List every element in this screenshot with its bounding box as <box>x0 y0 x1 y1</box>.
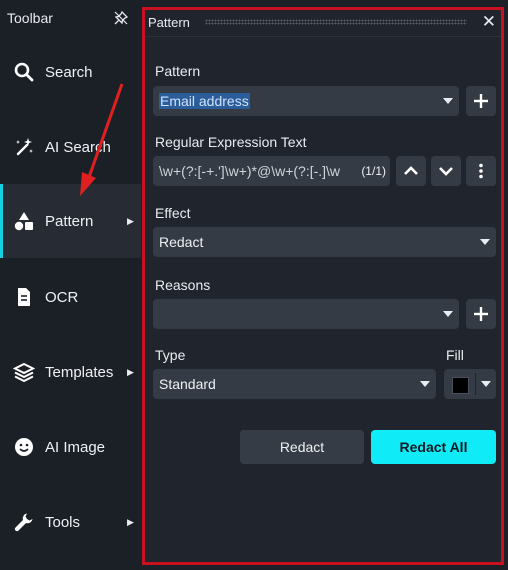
wrench-icon <box>13 511 35 533</box>
type-select[interactable]: Standard <box>153 369 436 399</box>
pattern-panel: Pattern ✕ Pattern Email address Regular … <box>142 7 504 565</box>
layers-icon <box>13 361 35 383</box>
regex-input[interactable]: \w+(?:[-+.']\w+)*@\w+(?:[-.]\w (1/1) <box>153 156 390 186</box>
previous-match-button[interactable] <box>396 156 426 186</box>
toolbar-title: Toolbar <box>7 10 53 26</box>
match-count: (1/1) <box>361 164 386 178</box>
sidebar-item-label: Tools <box>45 513 81 531</box>
chevron-up-icon <box>404 166 418 175</box>
chevron-right-icon: ▶ <box>127 516 134 527</box>
fill-label: Fill <box>446 347 464 363</box>
fill-color-swatch <box>452 377 469 394</box>
more-options-button[interactable] <box>466 156 496 186</box>
type-value: Standard <box>159 376 216 392</box>
annotation-arrow <box>80 83 124 196</box>
chevron-down-icon <box>420 381 430 387</box>
next-match-button[interactable] <box>431 156 461 186</box>
sidebar-item-label: AI Image <box>45 438 106 456</box>
chevron-right-icon: ▶ <box>127 215 134 226</box>
smiley-icon <box>13 436 35 458</box>
sparkle-wand-icon <box>13 136 35 158</box>
sidebar-item-label: Templates <box>45 363 114 381</box>
pattern-label: Pattern <box>155 63 201 79</box>
regex-value: \w+(?:[-+.']\w+)*@\w+(?:[-.]\w <box>159 163 341 179</box>
type-label: Type <box>155 347 186 363</box>
redact-button[interactable]: Redact <box>240 430 364 464</box>
search-icon <box>13 61 35 83</box>
plus-icon <box>474 307 488 321</box>
effect-label: Effect <box>155 205 191 221</box>
chevron-down-icon <box>480 239 490 245</box>
sidebar-item-templates[interactable]: Templates ▶ <box>0 335 141 409</box>
pin-icon[interactable] <box>113 10 129 26</box>
effect-value: Redact <box>159 234 204 250</box>
reasons-select[interactable] <box>153 299 459 329</box>
sidebar-item-ocr[interactable]: OCR <box>0 260 141 334</box>
pattern-select[interactable]: Email address <box>153 86 459 116</box>
more-vertical-icon <box>479 163 483 179</box>
redact-all-button[interactable]: Redact All <box>371 430 496 464</box>
sidebar-item-tools[interactable]: Tools ▶ <box>0 485 141 559</box>
panel-header[interactable]: Pattern ✕ <box>145 10 501 37</box>
sidebar-item-label: Pattern <box>45 212 94 230</box>
close-icon[interactable]: ✕ <box>482 12 496 32</box>
chevron-down-icon <box>439 167 453 176</box>
reasons-label: Reasons <box>155 277 211 293</box>
sidebar-item-ai-image[interactable]: AI Image <box>0 410 141 484</box>
chevron-down-icon <box>443 311 453 317</box>
chevron-right-icon: ▶ <box>127 366 134 377</box>
pattern-value: Email address <box>159 93 250 109</box>
sidebar-item-label: Search <box>45 63 93 81</box>
plus-icon <box>474 94 488 108</box>
shapes-icon <box>13 210 35 232</box>
chevron-down-icon <box>443 98 453 104</box>
add-reason-button[interactable] <box>466 299 496 329</box>
regex-label: Regular Expression Text <box>155 134 307 150</box>
document-icon <box>13 286 35 308</box>
chevron-down-icon <box>481 381 491 387</box>
effect-select[interactable]: Redact <box>153 227 496 257</box>
drag-handle[interactable] <box>205 19 467 25</box>
sidebar-item-label: OCR <box>45 288 79 306</box>
panel-title: Pattern <box>148 15 190 30</box>
add-pattern-button[interactable] <box>466 86 496 116</box>
fill-color-picker[interactable] <box>444 369 496 399</box>
